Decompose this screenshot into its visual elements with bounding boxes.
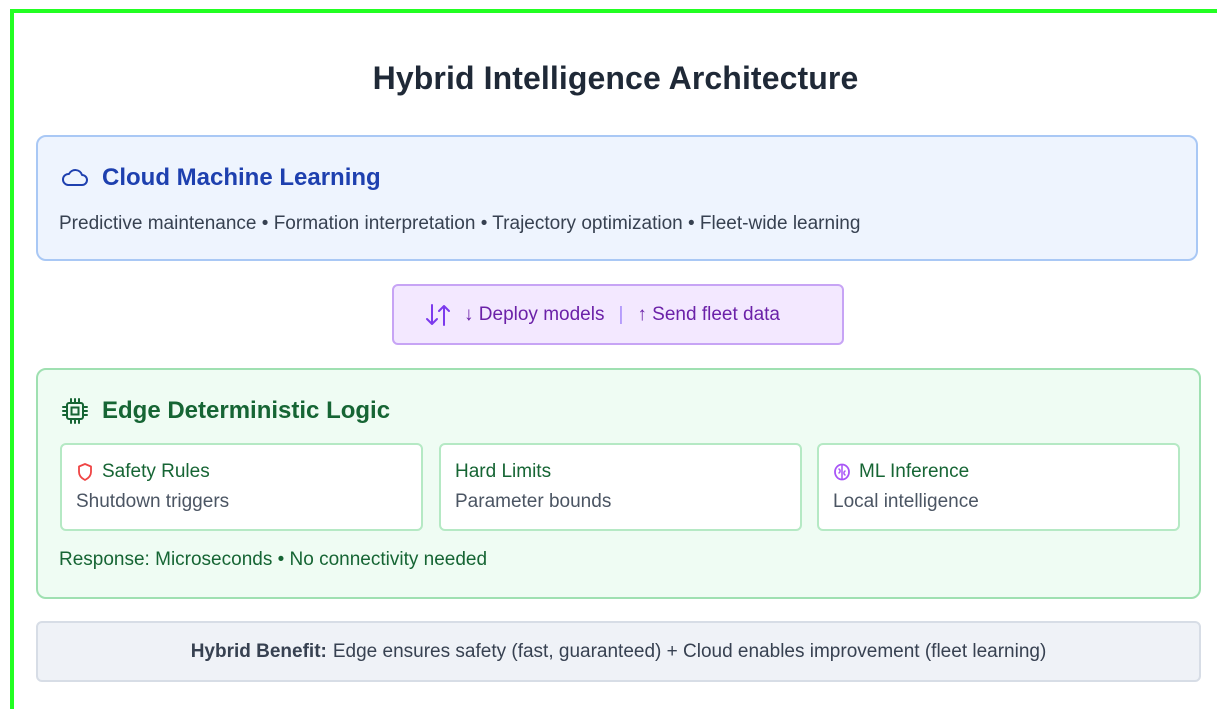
hard-limits-desc: Parameter bounds [455,491,612,512]
edge-logic-box: Edge Deterministic Logic Safety Rules Sh… [36,368,1201,599]
send-fleet-data-label: ↑ Send fleet data [637,303,780,325]
cloud-ml-header: Cloud Machine Learning [60,164,381,192]
flow-separator: | [618,303,624,325]
cloud-ml-box: Cloud Machine Learning Predictive mainte… [36,135,1198,261]
hard-limits-title: Hard Limits [455,461,552,482]
ml-inference-title: ML Inference [859,461,970,482]
safety-rules-card: Safety Rules Shutdown triggers [60,443,423,531]
deploy-models-label: ↓ Deploy models [464,303,605,325]
cloud-ml-title: Cloud Machine Learning [102,164,381,191]
hybrid-benefit-box: Hybrid Benefit: Edge ensures safety (fas… [36,621,1201,682]
hard-limits-card: Hard Limits Parameter bounds [439,443,802,531]
safety-rules-title: Safety Rules [102,461,210,482]
cloud-ml-description: Predictive maintenance • Formation inter… [59,213,861,234]
hybrid-benefit-text: Edge ensures safety (fast, guaranteed) +… [332,640,1047,662]
arrows-up-down-icon [424,302,452,328]
edge-response-note: Response: Microseconds • No connectivity… [59,549,488,570]
ml-inference-card: ML Inference Local intelligence [817,443,1180,531]
brain-icon [833,462,851,482]
cloud-icon [60,166,90,190]
edge-logic-header: Edge Deterministic Logic [60,396,390,426]
safety-rules-desc: Shutdown triggers [76,491,230,512]
shield-icon [76,462,94,482]
data-flow-box: ↓ Deploy models | ↑ Send fleet data [392,284,844,345]
diagram-title: Hybrid Intelligence Architecture [372,60,859,96]
ml-inference-desc: Local intelligence [833,491,979,512]
edge-logic-title: Edge Deterministic Logic [102,397,391,424]
chip-icon [60,396,90,426]
frame-border-top [10,9,1217,13]
hybrid-benefit-label: Hybrid Benefit: [190,640,327,662]
frame-border-left [10,9,14,709]
